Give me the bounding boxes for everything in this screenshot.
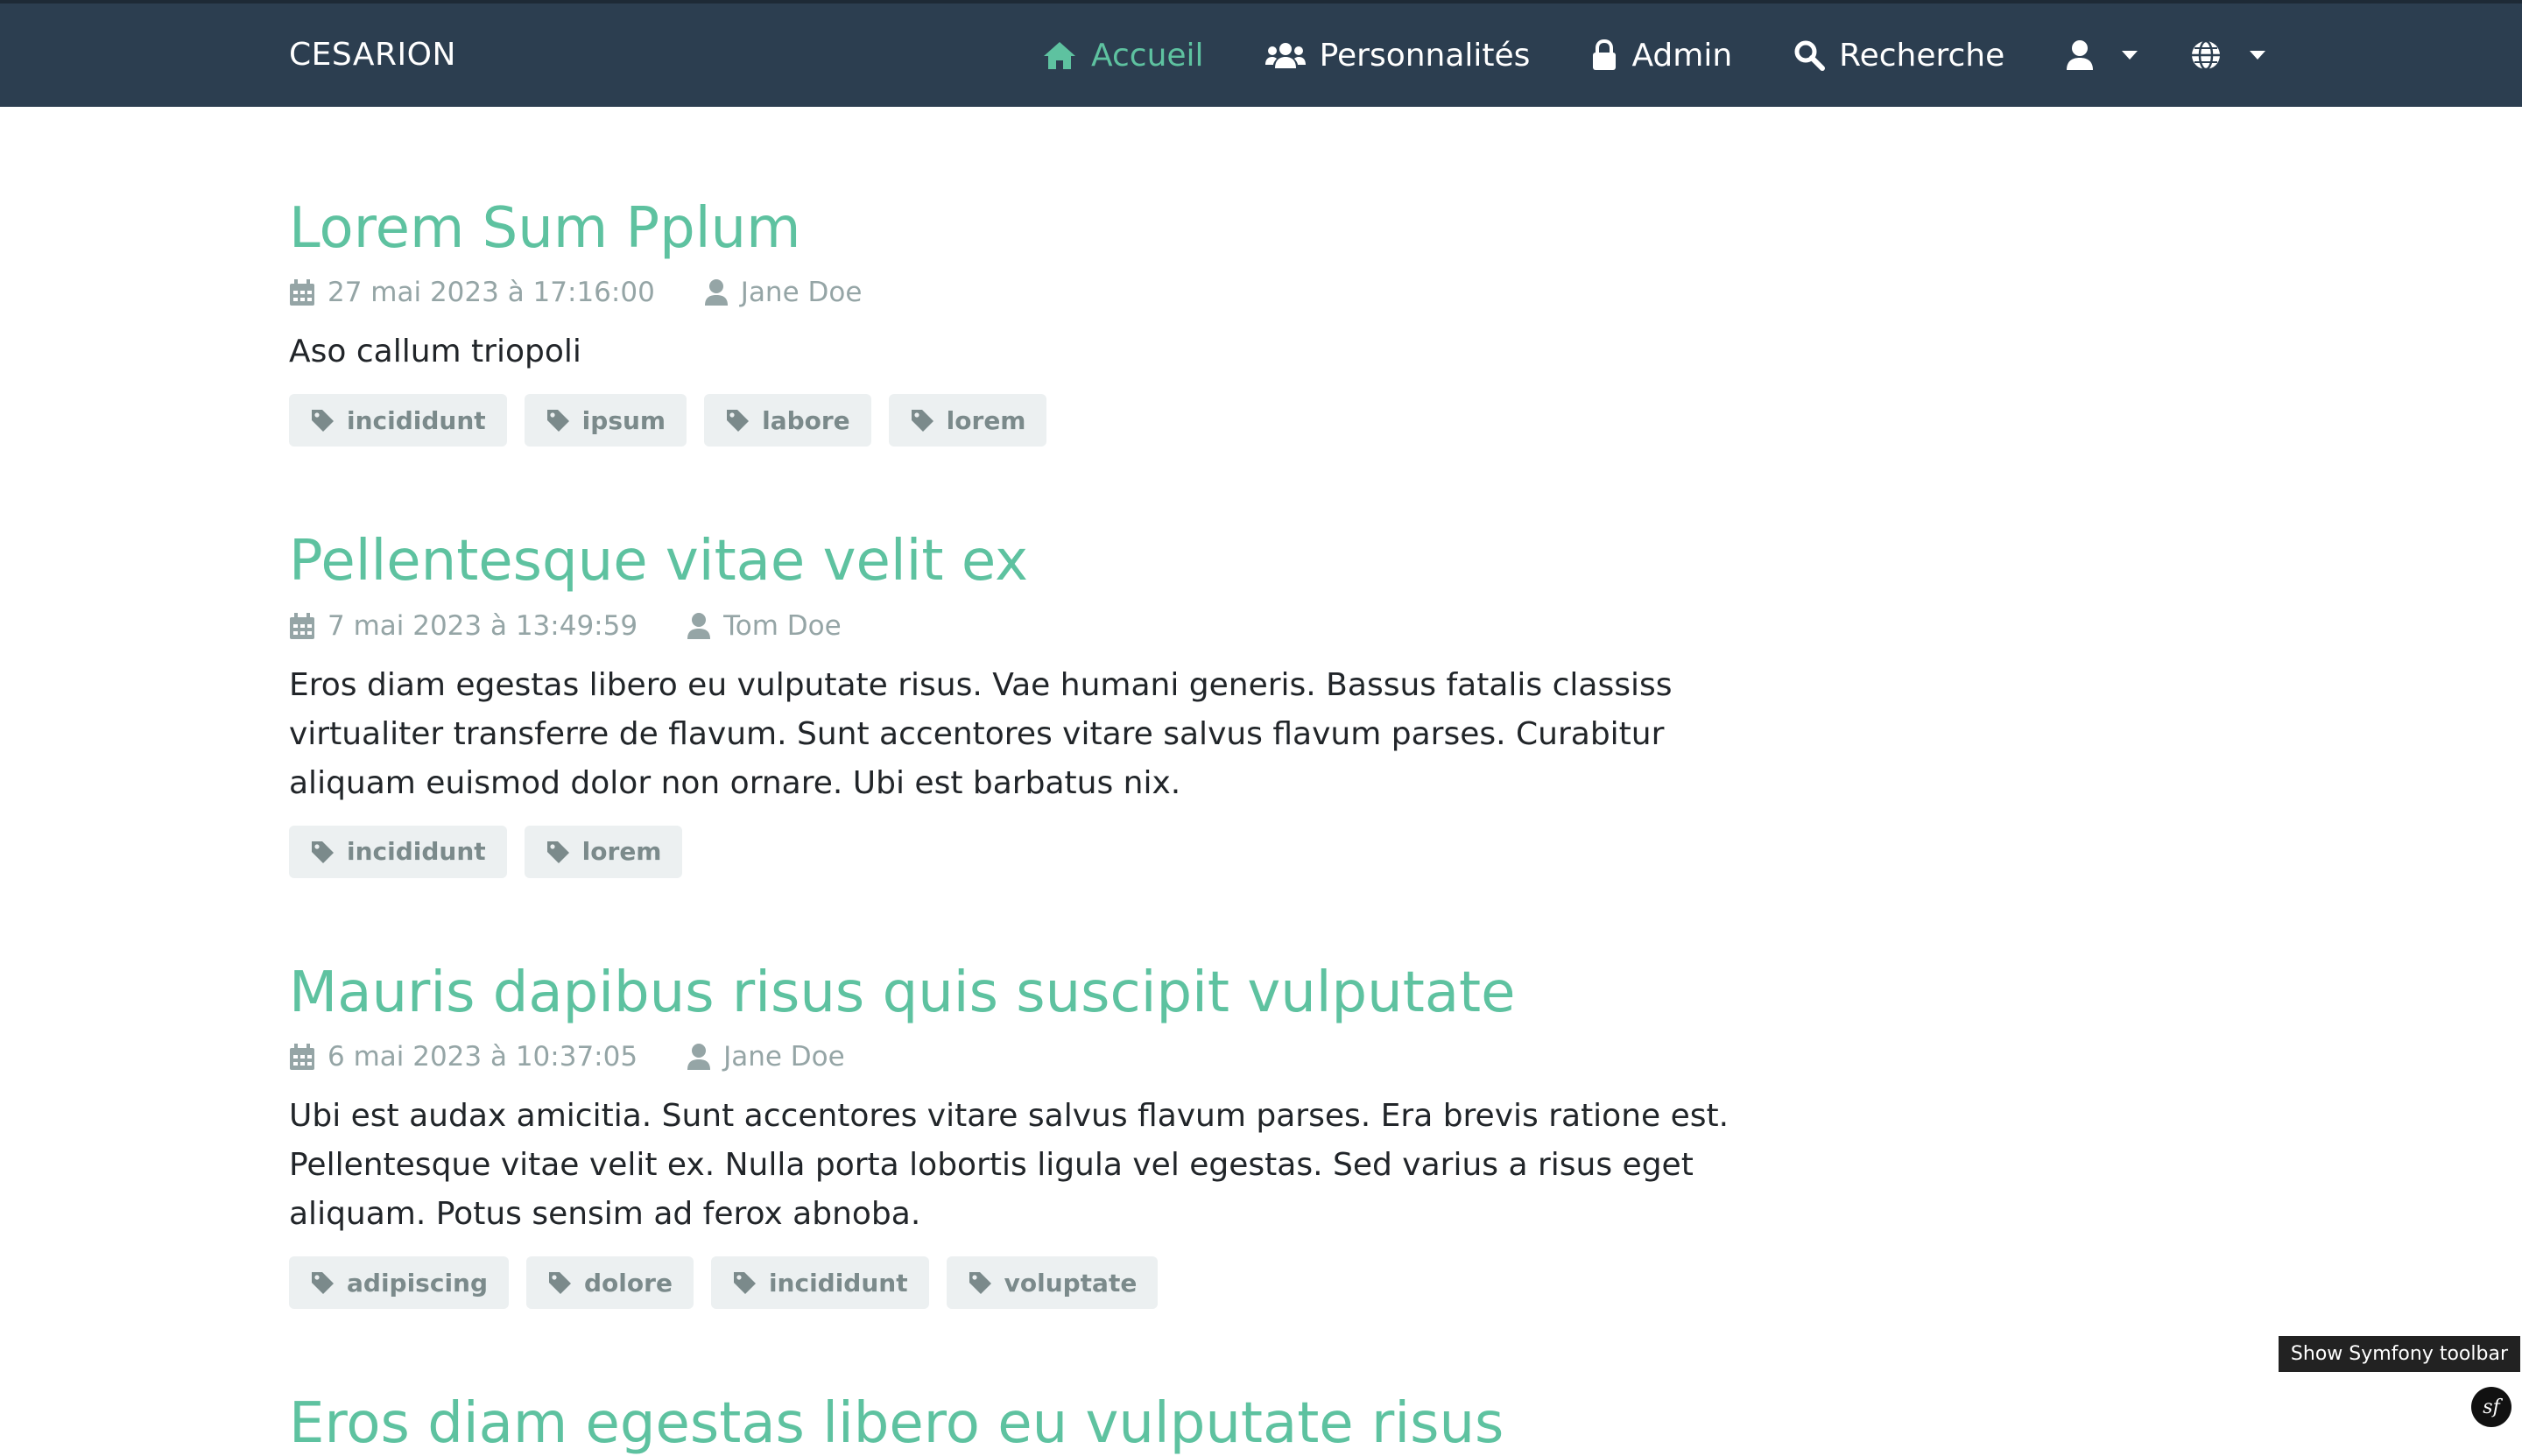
chevron-down-icon [2250,51,2266,60]
tag[interactable]: dolore [526,1256,694,1310]
tag-icon [546,410,569,433]
tag-label: incididunt [768,1268,908,1298]
post-title[interactable]: Mauris dapibus risus quis suscipit vulpu… [289,961,1778,1023]
chevron-down-icon [2122,51,2138,60]
tag-icon [911,410,933,433]
search-icon [1794,40,1826,71]
tag-label: labore [762,405,850,435]
tag-icon [549,1272,572,1295]
post-tags: incididunt ipsum labore lorem [289,394,1778,447]
post-meta: 27 mai 2023 à 17:16:00 Jane Doe [289,277,1778,308]
nav-item-personalities-label: Personnalités [1319,37,1531,74]
post-summary: Ubi est audax amicitia. Sunt accentores … [289,1098,1729,1233]
tag-label: dolore [584,1268,673,1298]
tag-label: adipiscing [347,1268,489,1298]
nav-menu: Accueil Personnalités Admin Recherche [1042,4,2318,107]
tag[interactable]: adipiscing [289,1256,510,1310]
nav-item-home-label: Accueil [1091,37,1204,74]
tag-label: ipsum [581,405,666,435]
nav-item-admin[interactable]: Admin [1591,38,1732,74]
calendar-icon [290,612,314,639]
post-title[interactable]: Eros diam egestas libero eu vulputate ri… [289,1393,1778,1455]
post-item: Eros diam egestas libero eu vulputate ri… [289,1393,1778,1455]
post-author[interactable]: Jane Doe [723,1041,845,1073]
post-date: 6 mai 2023 à 10:37:05 [328,1041,638,1073]
post-title[interactable]: Lorem Sum Pplum [289,198,1778,260]
tag[interactable]: lorem [524,825,683,878]
tag[interactable]: labore [704,394,871,447]
nav-item-admin-label: Admin [1631,37,1733,74]
post-meta: 7 mai 2023 à 13:49:59 Tom Doe [289,610,1778,642]
posts-list: Lorem Sum Pplum 27 mai 2023 à 17:16:00 J… [289,107,1778,1455]
nav-item-home[interactable]: Accueil [1042,38,1204,74]
nav-item-search[interactable]: Recherche [1793,38,2004,74]
tag[interactable]: incididunt [289,394,507,447]
post-date: 7 mai 2023 à 13:49:59 [328,609,638,642]
home-icon [1044,42,1075,69]
post-meta: 6 mai 2023 à 10:37:05 Jane Doe [289,1041,1778,1073]
lock-icon [1593,39,1617,70]
globe-icon [2192,39,2221,71]
language-dropdown[interactable] [2190,39,2266,71]
tag-icon [312,1272,334,1295]
tag-icon [969,1272,991,1295]
tag-label: lorem [946,405,1026,435]
user-icon [2067,40,2094,70]
nav-item-personalities[interactable]: Personnalités [1265,37,1531,74]
post-date: 27 mai 2023 à 17:16:00 [328,277,655,309]
brand-logo[interactable]: CESARION [289,4,456,107]
user-icon [704,279,728,306]
tag-icon [312,841,334,863]
post-author[interactable]: Tom Doe [723,610,842,642]
user-icon [687,612,711,639]
post-tags: adipiscing dolore incididunt voluptate [289,1256,1778,1310]
navbar: CESARION Accueil Personnalités Admin Rec… [0,4,2522,107]
post-item: Mauris dapibus risus quis suscipit vulpu… [289,961,1778,1310]
tag[interactable]: voluptate [946,1256,1159,1310]
post-title[interactable]: Pellentesque vitae velit ex [289,531,1778,593]
tag-icon [546,841,569,863]
tag-icon [733,1272,756,1295]
tag-label: incididunt [347,837,486,867]
users-icon [1265,43,1306,68]
user-dropdown[interactable] [2066,39,2138,71]
tag[interactable]: incididunt [289,825,507,878]
tag-label: incididunt [347,405,486,435]
tag-label: voluptate [1004,1268,1138,1298]
user-icon [687,1044,711,1071]
tag[interactable]: lorem [888,394,1047,447]
post-item: Pellentesque vitae velit ex 7 mai 2023 à… [289,531,1778,878]
post-item: Lorem Sum Pplum 27 mai 2023 à 17:16:00 J… [289,198,1778,447]
post-summary: Eros diam egestas libero eu vulputate ri… [289,666,1673,801]
tag[interactable]: incididunt [710,1256,929,1310]
tag-icon [727,410,750,433]
tag[interactable]: ipsum [524,394,687,447]
symfony-toolbar-tooltip[interactable]: Show Symfony toolbar [2278,1336,2520,1372]
tag-label: lorem [581,837,662,867]
nav-item-search-label: Recherche [1839,37,2005,74]
symfony-toolbar-button[interactable]: sf [2471,1387,2511,1427]
tag-icon [312,410,334,433]
post-author[interactable]: Jane Doe [741,277,863,308]
calendar-icon [290,279,314,306]
post-tags: incididunt lorem [289,825,1778,878]
calendar-icon [290,1044,314,1071]
post-summary: Aso callum triopoli [289,334,581,370]
